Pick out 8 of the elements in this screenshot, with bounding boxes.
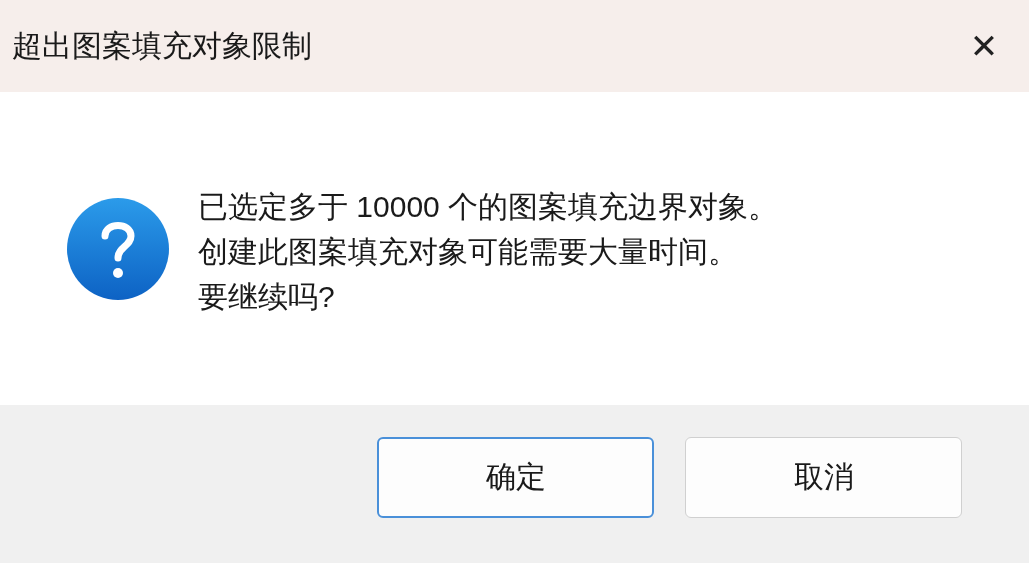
question-icon xyxy=(67,197,169,300)
message-text: 创建此图案填充对象可能需要大量时间。 xyxy=(198,234,739,270)
window-title: 超出图案填充对象限制 xyxy=(12,27,312,64)
close-button[interactable]: ✕ xyxy=(959,21,1009,71)
cancel-button[interactable]: 取消 xyxy=(685,437,962,518)
message-text: 要继续吗? xyxy=(198,279,336,315)
message-text: 已选定多于 10000 个的图案填充边界对象。 xyxy=(198,189,779,225)
confirm-button[interactable]: 确定 xyxy=(377,437,654,518)
